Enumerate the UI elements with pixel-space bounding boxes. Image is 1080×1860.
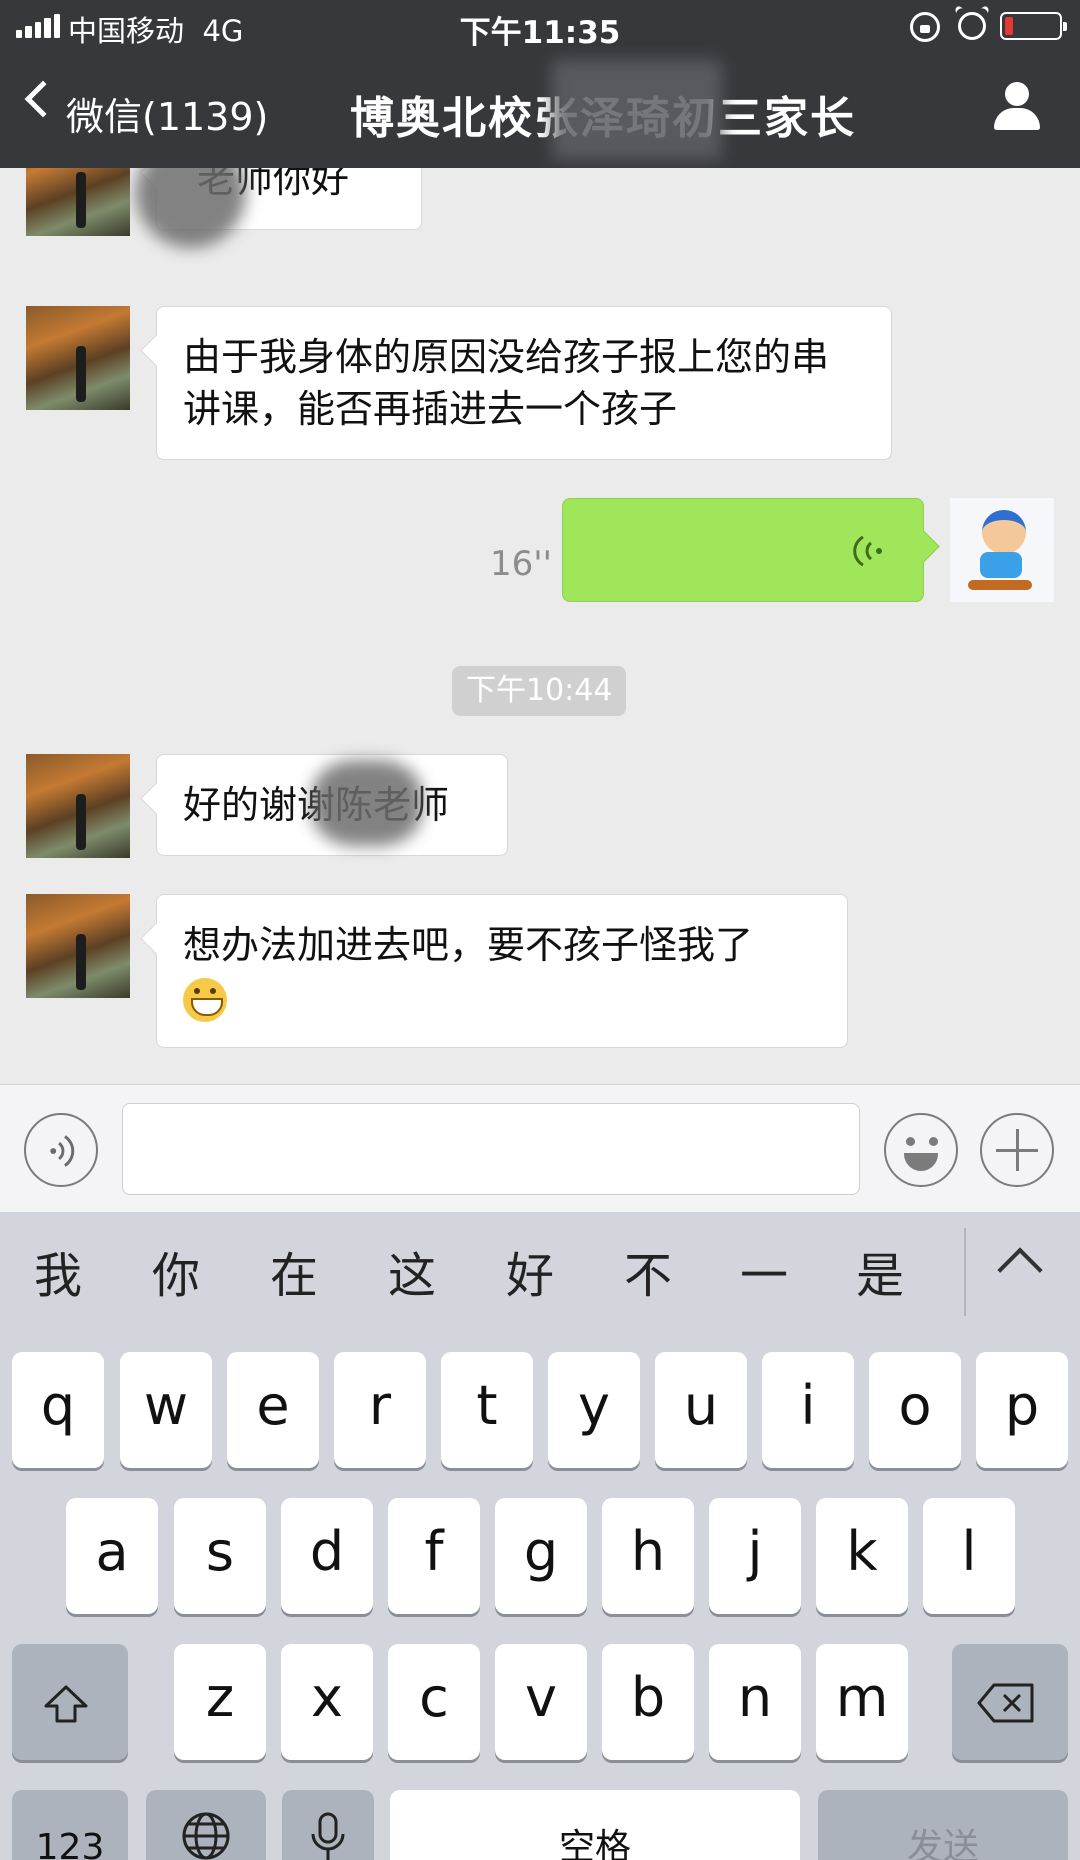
emoji-button[interactable] <box>884 1113 958 1187</box>
voice-input-button[interactable] <box>24 1113 98 1187</box>
key-q[interactable]: q <box>12 1352 104 1468</box>
key-k[interactable]: k <box>816 1498 908 1614</box>
key-b[interactable]: b <box>602 1644 694 1760</box>
battery-icon <box>1000 12 1067 40</box>
microphone-icon <box>311 1812 345 1860</box>
nav-bar: 微信(1139) 博奥北校张泽琦初三家长 <box>0 52 1080 168</box>
backspace-key[interactable] <box>952 1644 1068 1760</box>
key-w[interactable]: w <box>120 1352 212 1468</box>
candidate-bar: 我 你 在 这 好 不 一 是 <box>0 1212 1080 1318</box>
voice-duration: 16'' <box>490 544 552 584</box>
space-key[interactable]: 空格 <box>390 1790 800 1860</box>
key-u[interactable]: u <box>655 1352 747 1468</box>
key-j[interactable]: j <box>709 1498 801 1614</box>
key-a[interactable]: a <box>66 1498 158 1614</box>
chat-info-button[interactable] <box>992 82 1042 132</box>
divider <box>964 1228 966 1316</box>
grinning-face-icon <box>183 977 227 1022</box>
key-m[interactable]: m <box>816 1644 908 1760</box>
chevron-left-icon <box>24 80 62 118</box>
privacy-blur <box>552 60 722 160</box>
contact-avatar[interactable] <box>26 168 130 236</box>
globe-key[interactable] <box>146 1790 266 1860</box>
candidate-word[interactable]: 这 <box>372 1236 452 1306</box>
candidate-word[interactable]: 在 <box>254 1236 334 1306</box>
privacy-blur <box>312 760 422 846</box>
message-bubble[interactable]: 想办法加进去吧，要不孩子怪我了 <box>156 894 848 1048</box>
key-y[interactable]: y <box>548 1352 640 1468</box>
privacy-blur <box>136 168 246 248</box>
key-s[interactable]: s <box>174 1498 266 1614</box>
candidate-word[interactable]: 不 <box>608 1236 688 1306</box>
candidate-word[interactable]: 好 <box>490 1236 570 1306</box>
send-key[interactable]: 发送 <box>818 1790 1068 1860</box>
voice-wave-icon <box>853 535 882 567</box>
candidate-word[interactable]: 一 <box>724 1236 804 1306</box>
numbers-key[interactable]: 123 <box>12 1790 128 1860</box>
key-l[interactable]: l <box>923 1498 1015 1614</box>
time-divider: 下午10:44 <box>452 666 627 716</box>
alarm-icon <box>958 12 986 40</box>
status-bar: 中国移动 4G 下午11:35 <box>0 0 1080 52</box>
contact-avatar[interactable] <box>26 894 130 998</box>
voice-message-bubble[interactable] <box>562 498 924 602</box>
message-input[interactable] <box>122 1103 860 1195</box>
voice-icon <box>50 1135 75 1167</box>
back-button[interactable]: 微信(1139) <box>0 52 300 168</box>
candidate-word[interactable]: 我 <box>18 1236 98 1306</box>
message-text: 由于我身体的原因没给孩子报上您的串讲课，能否再插进去一个孩子 <box>183 335 830 431</box>
battery-level <box>1005 17 1013 35</box>
keyboard: 我 你 在 这 好 不 一 是 q w e r t y u i o p a s … <box>0 1212 1080 1860</box>
key-n[interactable]: n <box>709 1644 801 1760</box>
key-c[interactable]: c <box>388 1644 480 1760</box>
key-i[interactable]: i <box>762 1352 854 1468</box>
key-g[interactable]: g <box>495 1498 587 1614</box>
plus-icon[interactable] <box>980 1113 1054 1187</box>
chat-area[interactable]: 老师你好 由于我身体的原因没给孩子报上您的串讲课，能否再插进去一个孩子 16''… <box>0 168 1080 1084</box>
shift-icon <box>44 1685 88 1723</box>
key-p[interactable]: p <box>976 1352 1068 1468</box>
backspace-icon <box>977 1683 1034 1723</box>
key-x[interactable]: x <box>281 1644 373 1760</box>
contact-avatar[interactable] <box>26 754 130 858</box>
key-o[interactable]: o <box>869 1352 961 1468</box>
key-f[interactable]: f <box>388 1498 480 1614</box>
contact-avatar[interactable] <box>26 306 130 410</box>
candidate-word[interactable]: 是 <box>840 1236 920 1306</box>
key-v[interactable]: v <box>495 1644 587 1760</box>
rotation-lock-icon <box>910 12 940 42</box>
message-bubble[interactable]: 由于我身体的原因没给孩子报上您的串讲课，能否再插进去一个孩子 <box>156 306 892 460</box>
globe-icon <box>182 1812 230 1860</box>
key-e[interactable]: e <box>227 1352 319 1468</box>
chevron-up-icon[interactable] <box>997 1247 1043 1293</box>
message-text: 想办法加进去吧，要不孩子怪我了 <box>183 923 754 967</box>
key-r[interactable]: r <box>334 1352 426 1468</box>
input-bar <box>0 1084 1080 1212</box>
shift-key[interactable] <box>12 1644 128 1760</box>
key-t[interactable]: t <box>441 1352 533 1468</box>
back-label: 微信(1139) <box>66 95 269 139</box>
key-z[interactable]: z <box>174 1644 266 1760</box>
key-h[interactable]: h <box>602 1498 694 1614</box>
emoji-icon <box>906 1137 915 1146</box>
candidate-word[interactable]: 你 <box>136 1236 216 1306</box>
my-avatar[interactable] <box>950 498 1054 602</box>
dictation-key[interactable] <box>282 1790 374 1860</box>
key-d[interactable]: d <box>281 1498 373 1614</box>
